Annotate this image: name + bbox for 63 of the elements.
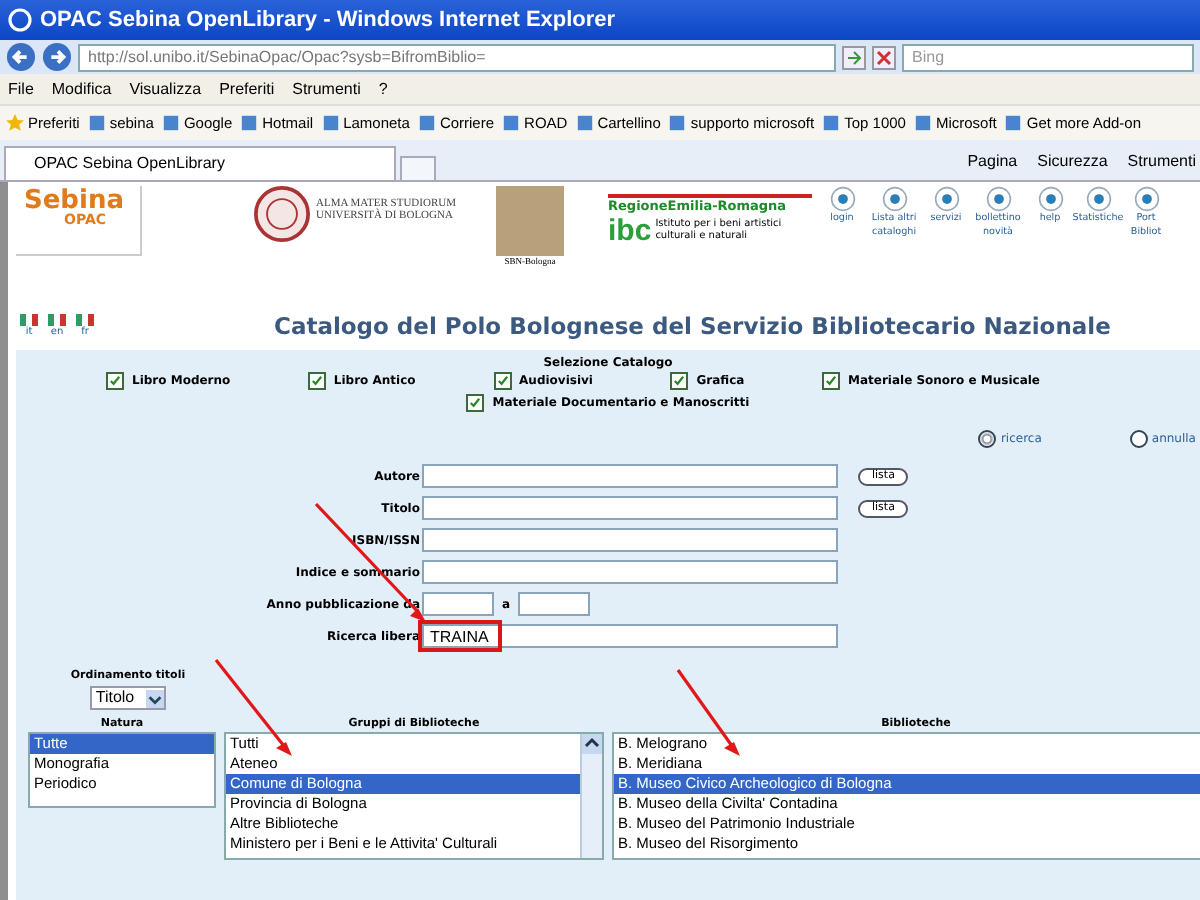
page-icon xyxy=(240,114,259,132)
browser-tab[interactable]: OPAC Sebina OpenLibrary xyxy=(4,146,396,180)
menu-item[interactable]: ? xyxy=(378,80,388,98)
menu-item[interactable]: Preferiti xyxy=(219,80,275,98)
menu-item[interactable]: Strumenti xyxy=(292,80,361,98)
page-heading: Catalogo del Polo Bolognese del Servizio Bibliotecario Nazionale xyxy=(274,312,1111,340)
checkbox[interactable] xyxy=(466,394,485,412)
address-field[interactable]: http://sol.unibo.it/SebinaOpac/Opac?sysb=BifromBiblio= xyxy=(78,43,836,71)
text-field[interactable] xyxy=(422,560,838,584)
text-field[interactable] xyxy=(422,496,838,520)
page-icon xyxy=(822,114,841,132)
scrollbar[interactable] xyxy=(580,734,602,858)
text-field[interactable] xyxy=(422,464,838,488)
stop-icon[interactable] xyxy=(872,45,896,69)
back-icon[interactable] xyxy=(6,42,36,72)
radio-button[interactable] xyxy=(978,430,997,448)
browser-logo-icon xyxy=(8,8,32,32)
annotation-arrow xyxy=(214,659,292,756)
page-icon xyxy=(87,114,106,132)
flag-icon xyxy=(48,314,66,326)
university-seal-icon xyxy=(254,186,310,242)
command-menu[interactable]: Sicurezza xyxy=(1037,151,1108,169)
menu-item[interactable]: File xyxy=(8,80,34,98)
checkbox[interactable] xyxy=(106,372,124,390)
dropdown-arrow-icon xyxy=(146,689,165,707)
year-from-field[interactable] xyxy=(422,592,494,616)
round-icon xyxy=(985,186,1011,212)
checkbox[interactable] xyxy=(670,372,689,390)
text-field[interactable] xyxy=(422,528,838,552)
text-field[interactable]: TRAINA xyxy=(422,624,838,648)
flag-icon xyxy=(76,314,94,326)
round-icon xyxy=(1037,186,1063,212)
ibc-logo: ibc xyxy=(608,214,652,248)
sort-dropdown[interactable]: Titolo xyxy=(89,686,167,710)
round-icon xyxy=(1085,186,1111,212)
command-menu[interactable]: Pagina xyxy=(967,151,1018,169)
star-icon xyxy=(6,114,24,132)
round-icon xyxy=(1133,186,1159,212)
checkbox[interactable] xyxy=(821,372,840,390)
page-icon xyxy=(502,114,521,132)
command-menu[interactable]: Strumenti xyxy=(1127,151,1196,169)
flag-icon xyxy=(20,314,38,326)
forward-icon[interactable] xyxy=(42,42,72,72)
round-icon xyxy=(829,186,855,212)
refresh-icon[interactable] xyxy=(842,45,866,69)
page-icon xyxy=(321,114,340,132)
page-icon xyxy=(668,114,687,132)
round-icon xyxy=(933,186,959,212)
radio-button[interactable] xyxy=(1129,430,1148,448)
page-icon xyxy=(417,114,436,132)
emblem-picture xyxy=(496,186,564,256)
page-icon xyxy=(575,114,594,132)
year-to-field[interactable] xyxy=(518,592,591,616)
page-icon xyxy=(913,114,932,132)
window-title: OPAC Sebina OpenLibrary - Windows Internet Explorer xyxy=(40,8,616,32)
checkbox[interactable] xyxy=(493,372,512,390)
round-icon xyxy=(881,186,907,212)
scroll-up-icon[interactable] xyxy=(582,734,602,754)
checkbox[interactable] xyxy=(307,372,326,390)
page-icon xyxy=(161,114,180,132)
menu-item[interactable]: Visualizza xyxy=(129,80,202,98)
menu-item[interactable]: Modifica xyxy=(51,80,112,98)
page-icon xyxy=(1004,114,1023,132)
